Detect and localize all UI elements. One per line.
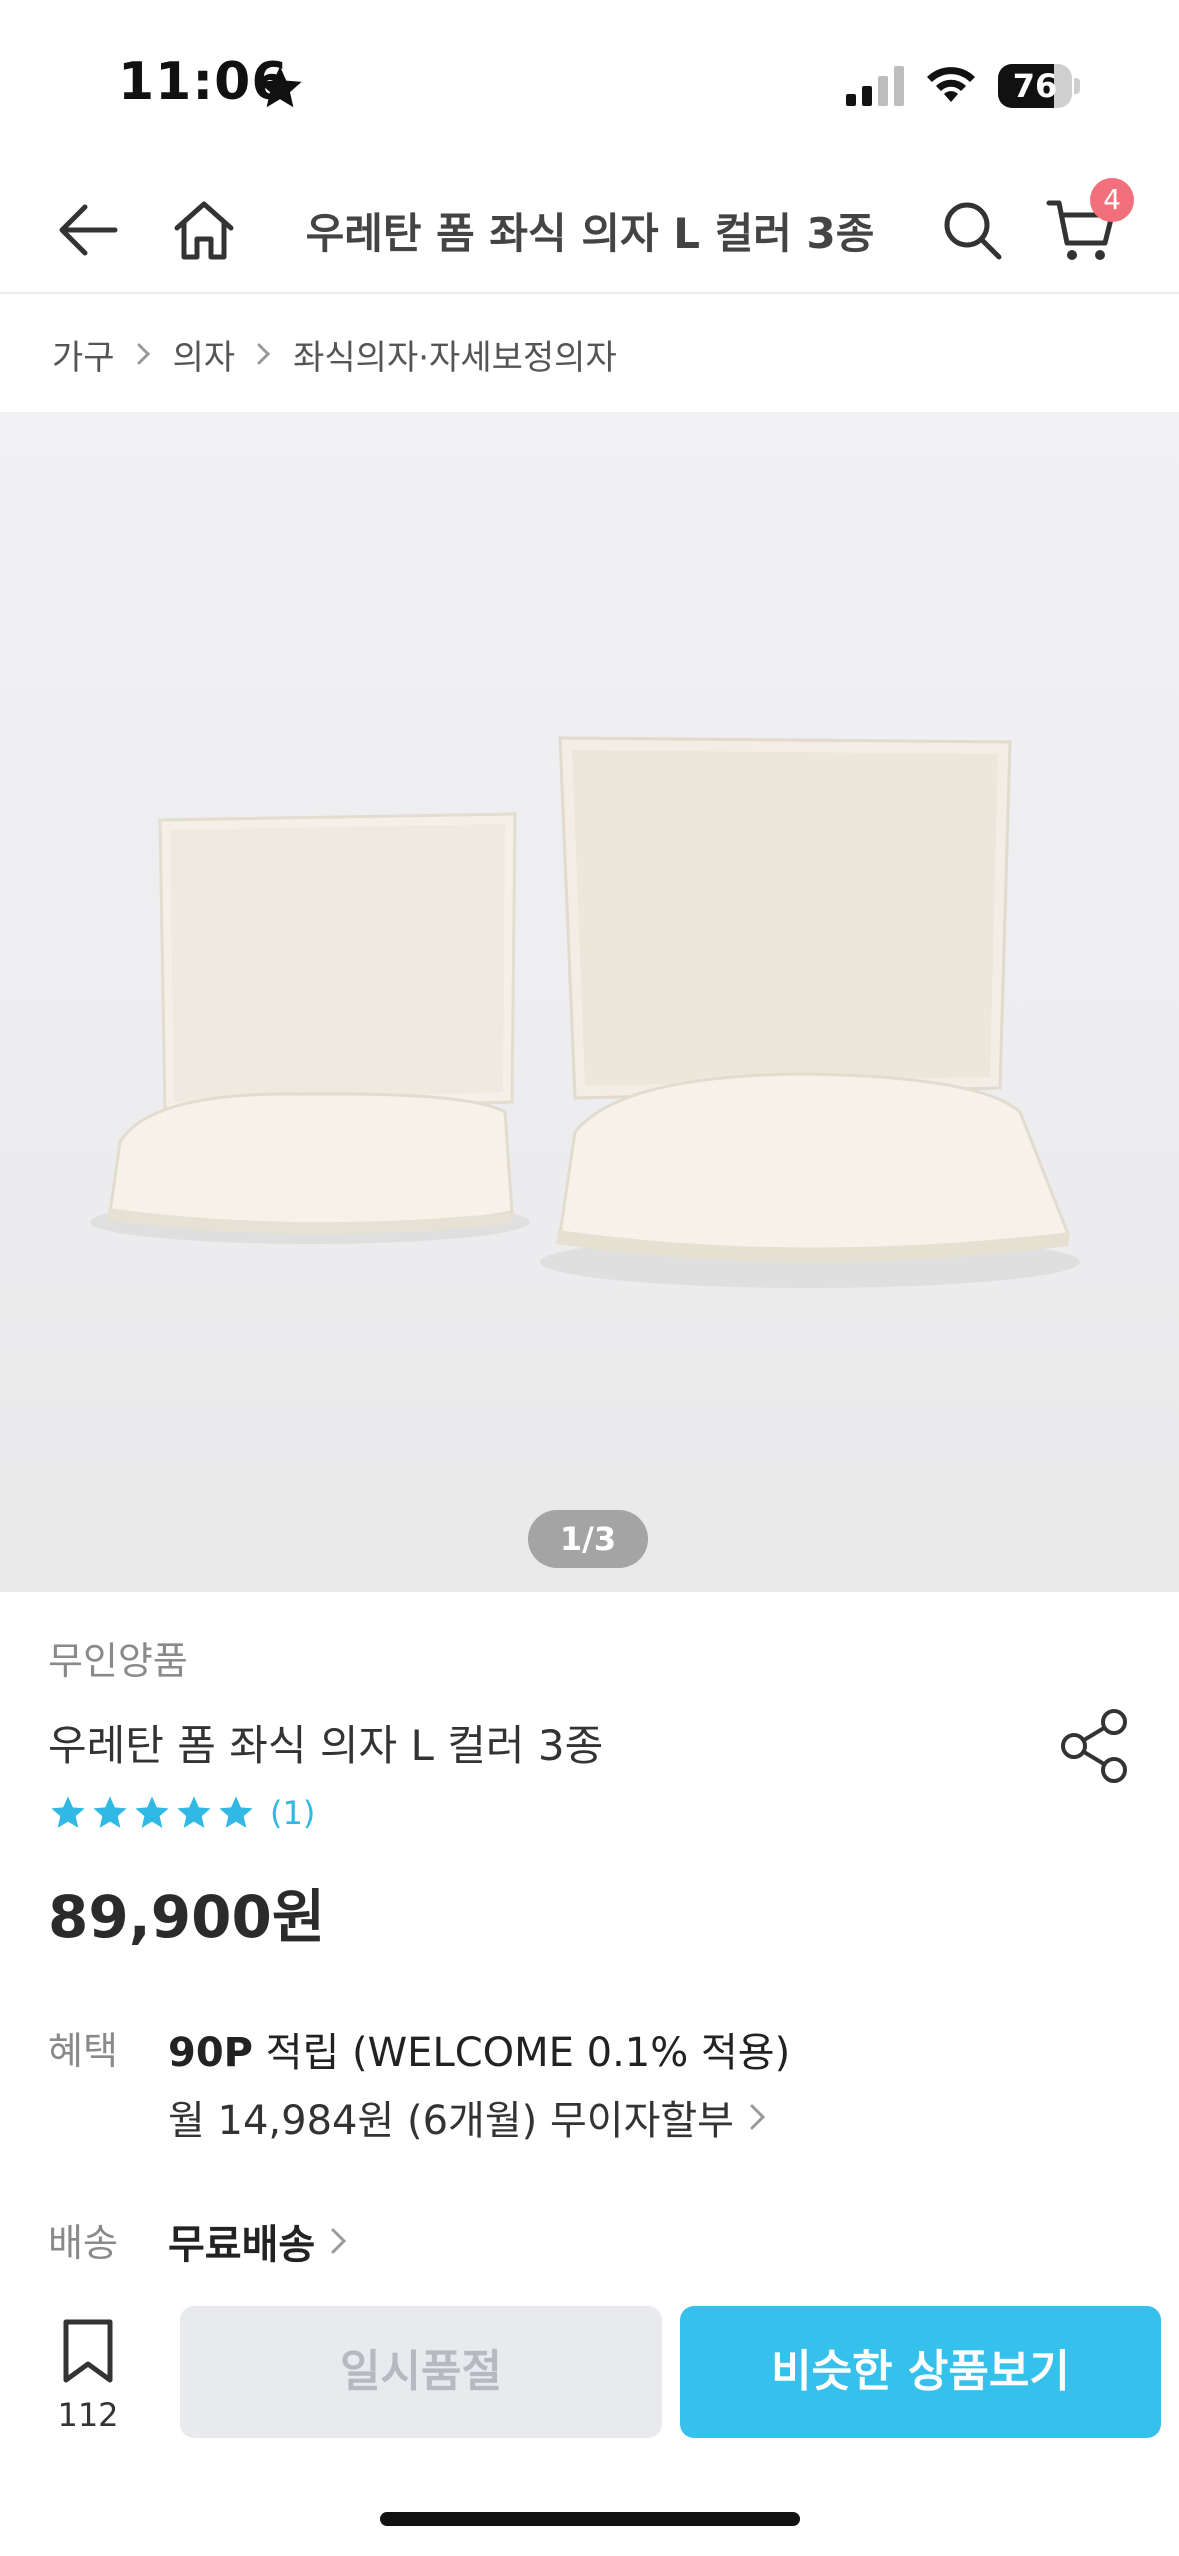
star-icon (135, 1796, 169, 1828)
product-name: 우레탄 폼 좌식 의자 L 컬러 3종 (48, 1721, 604, 1770)
home-button[interactable] (162, 188, 246, 272)
shipping-label: 배송 (48, 2221, 118, 2265)
points-info: 90P 적립 (WELCOME 0.1% 적용) (168, 2020, 790, 2078)
battery-icon: 76 (998, 64, 1080, 108)
installment-text: 월 14,984원 (6개월) 무이자할부 (168, 2098, 734, 2144)
breadcrumb-item-floor-chair[interactable]: 좌식의자·자세보정의자 (293, 330, 617, 379)
status-bar: 11:06 76 (0, 0, 1179, 150)
points-value: 90P (168, 2030, 253, 2076)
bookmark-icon (63, 2319, 113, 2383)
brand-name[interactable]: 무인양품 (48, 1630, 188, 1685)
similar-products-button[interactable]: 비슷한 상품보기 (680, 2306, 1161, 2438)
wishlist-button[interactable]: 112 (40, 2304, 136, 2444)
search-button[interactable] (930, 188, 1014, 272)
shipping-value: 무료배송 (168, 2222, 316, 2268)
chevron-right-icon (331, 2228, 347, 2254)
share-icon (1061, 1709, 1127, 1783)
breadcrumb-item-chair[interactable]: 의자 (173, 330, 236, 379)
page-title: 우레탄 폼 좌식 의자 L 컬러 3종 (305, 209, 875, 258)
wifi-icon (927, 67, 975, 102)
star-icon (219, 1796, 253, 1828)
star-icon (93, 1796, 127, 1828)
home-indicator (380, 2512, 800, 2526)
soldout-button[interactable]: 일시품절 (180, 2306, 662, 2438)
breadcrumb: 가구 의자 좌식의자·자세보정의자 (52, 326, 617, 382)
star-status-icon (258, 66, 302, 108)
search-icon (944, 202, 1002, 260)
product-rating[interactable]: (1) (48, 1790, 315, 1836)
back-button[interactable] (46, 188, 130, 272)
arrow-left-icon (59, 204, 118, 256)
cellular-signal-icon (846, 66, 904, 106)
installment-link[interactable]: 월 14,984원 (6개월) 무이자할부 (168, 2088, 772, 2146)
star-icon (51, 1796, 85, 1828)
rating-stars (48, 1793, 258, 1833)
chevron-right-icon (257, 343, 271, 365)
wishlist-count: 112 (57, 2396, 119, 2434)
breadcrumb-item-furniture[interactable]: 가구 (52, 330, 115, 379)
battery-level: 76 (1012, 67, 1058, 105)
chevron-right-icon (750, 2104, 766, 2130)
home-icon (174, 201, 234, 260)
product-photo (90, 736, 1080, 1288)
review-count[interactable]: (1) (270, 1794, 315, 1832)
star-icon (177, 1796, 211, 1828)
benefit-label: 혜택 (48, 2029, 118, 2073)
points-text: 적립 (WELCOME 0.1% 적용) (252, 2030, 791, 2076)
product-price: 89,900원 (48, 1883, 326, 1951)
chevron-right-icon (137, 343, 150, 365)
image-pager-indicator: 1/3 (528, 1510, 648, 1568)
top-navigation: 우레탄 폼 좌식 의자 L 컬러 3종 (0, 170, 1179, 294)
share-button[interactable] (1056, 1706, 1136, 1786)
product-image-gallery[interactable] (0, 412, 1179, 1592)
shipping-link[interactable]: 무료배송 (168, 2212, 353, 2270)
cart-count-badge: 4 (1090, 178, 1134, 222)
